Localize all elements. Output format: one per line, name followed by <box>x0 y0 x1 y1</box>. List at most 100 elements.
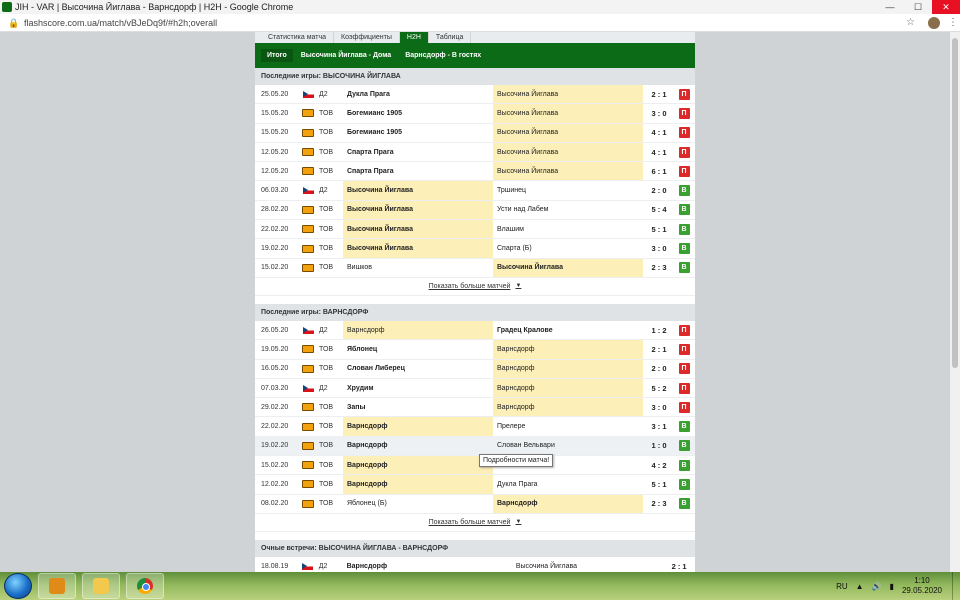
show-more-home[interactable]: Показать больше матчей ▼ <box>255 278 695 296</box>
match-row[interactable]: 12.05.20 ТОВ Спарта Прага Высочина Йиглава 6… <box>255 162 695 182</box>
match-score: 2 : 3 <box>651 499 667 509</box>
away-team[interactable]: Варнсдорф <box>493 398 643 417</box>
away-team[interactable]: Прелерe <box>493 417 643 435</box>
away-team[interactable]: Высочина Йиглава <box>493 123 643 142</box>
language-indicator[interactable]: RU <box>836 582 848 591</box>
away-team[interactable]: Варнсдорф <box>493 494 643 513</box>
away-team[interactable]: Высочина Йиглава <box>493 142 643 162</box>
away-team[interactable]: Влашим <box>493 220 643 238</box>
start-button[interactable] <box>4 573 32 599</box>
away-team[interactable]: Тршинец <box>493 181 643 199</box>
home-team[interactable]: Высочина Йиглава <box>343 181 493 200</box>
home-team[interactable]: Спарта Прага <box>343 143 493 161</box>
home-team[interactable]: Слован Либерец <box>343 360 493 378</box>
home-team[interactable]: Спарта Прага <box>343 162 493 180</box>
url-text[interactable]: flashscore.com.ua/match/vBJeDq9f/#h2h;ov… <box>24 18 906 28</box>
tab-0[interactable]: Статистика матча <box>261 32 335 43</box>
match-row[interactable]: 15.05.20 ТОВ Богемианс 1905 Высочина Йиглав… <box>255 123 695 143</box>
match-row[interactable]: 28.02.20 ТОВ Высочина Йиглава Усти над Лабе… <box>255 200 695 221</box>
minimize-button[interactable]: — <box>876 0 904 14</box>
home-team[interactable]: Яблонец <box>343 340 493 358</box>
home-team[interactable]: Богемианс 1905 <box>343 104 493 122</box>
match-row[interactable]: 07.03.20 Д2 Хрудим Варнсдорф 5 : 2 П <box>255 378 695 399</box>
show-more-label[interactable]: Показать больше матчей <box>429 519 511 526</box>
match-row[interactable]: 15.05.20 ТОВ Богемианс 1905 Высочина Йиглав… <box>255 104 695 124</box>
away-team[interactable]: Усти над Лабем <box>493 201 643 219</box>
away-team[interactable]: Варнсдорф <box>493 359 643 378</box>
home-team[interactable]: Запы <box>343 398 493 416</box>
match-row[interactable]: 16.05.20 ТОВ Слован Либерец Варнсдорф 2 : 0 П <box>255 359 695 379</box>
home-team[interactable]: Варнсдорф <box>343 475 493 494</box>
show-desktop-button[interactable] <box>952 572 960 600</box>
bookmark-star-icon[interactable]: ☆ <box>906 17 920 28</box>
home-team[interactable]: Яблонец (Б) <box>343 495 493 513</box>
match-row[interactable]: 19.02.20 ТОВ Варнсдорф Слован Вельвари 1 : 0… <box>255 436 695 457</box>
match-row[interactable]: 12.02.20 ТОВ Варнсдорф Дукла Прага 5 : 1 В <box>255 475 695 495</box>
match-row[interactable]: 19.05.20 ТОВ Яблонец Варнсдорф 2 : 1 П <box>255 340 695 360</box>
away-team[interactable]: Варнсдорф <box>493 340 643 359</box>
tray-arrow-icon[interactable]: ▲ <box>856 582 864 591</box>
home-team[interactable]: Варнсдорф <box>343 437 493 455</box>
taskbar-chrome[interactable] <box>126 573 164 599</box>
taskbar-file-explorer[interactable] <box>82 573 120 599</box>
match-row[interactable]: 19.02.20 ТОВ Высочина Йиглава Спарта (Б) 3 :… <box>255 239 695 259</box>
result-cell: П <box>675 107 693 119</box>
match-row[interactable]: 22.02.20 ТОВ Высочина Йиглава Влашим 5 : 1 В <box>255 220 695 240</box>
away-team[interactable]: Высочина Йиглава <box>493 258 643 277</box>
home-team[interactable]: Высочина Йиглава <box>343 239 493 258</box>
menu-dots-icon[interactable]: ⋮ <box>948 17 960 28</box>
h2h-content: Статистика матча Коэффициенты H2H Таблица И… <box>255 32 695 572</box>
away-team[interactable]: Дукла Прага <box>493 475 643 493</box>
match-row[interactable]: 29.02.20 ТОВ Запы Варнсдорф 3 : 0 П <box>255 398 695 418</box>
scrollbar-thumb[interactable] <box>952 38 958 368</box>
subtab-2[interactable]: Варнсдорф - В гостях <box>399 49 487 62</box>
home-team[interactable]: Вишков <box>343 259 493 277</box>
volume-icon[interactable]: 🔊 <box>872 582 882 591</box>
home-team[interactable]: Высочина Йиглава <box>343 200 493 220</box>
away-team[interactable]: Градец Кралове <box>493 321 643 339</box>
loss-badge: П <box>678 324 690 336</box>
home-team[interactable]: Варнсдорф <box>343 417 493 436</box>
away-team[interactable]: Высочина Йиглава <box>493 85 643 104</box>
match-row[interactable]: 18.08.19 Д2 Варнсдорф Высочина Йиглава 2 : 1 <box>255 557 695 572</box>
clock[interactable]: 1:10 29.05.2020 <box>902 576 942 596</box>
subtab-1[interactable]: Высочина Йиглава - Дома <box>295 49 397 62</box>
maximize-button[interactable]: ☐ <box>904 0 932 14</box>
tab-2[interactable]: H2H <box>399 32 429 43</box>
home-team[interactable]: Варнсдорф <box>343 456 493 475</box>
home-team[interactable]: Дукла Прага <box>343 85 493 103</box>
taskbar-media-player[interactable] <box>38 573 76 599</box>
subtab-0[interactable]: Итого <box>261 49 293 62</box>
close-button[interactable]: ✕ <box>932 0 960 14</box>
home-team[interactable]: Варнсдорф <box>343 320 493 340</box>
profile-avatar[interactable] <box>928 16 940 29</box>
tab-1[interactable]: Коэффициенты <box>334 32 400 43</box>
competition-flag <box>299 345 317 354</box>
home-team[interactable]: Богемианс 1905 <box>343 124 493 142</box>
away-team[interactable]: Спарта (Б) <box>493 239 643 257</box>
address-bar[interactable]: 🔒 flashscore.com.ua/match/vBJeDq9f/#h2h;… <box>0 14 960 32</box>
match-row[interactable]: 26.05.20 Д2 Варнсдорф Градец Кралове 1 : 2 П <box>255 320 695 341</box>
match-row[interactable]: 15.02.20 ТОВ Вишков Высочина Йиглава 2 : 3 В <box>255 258 695 278</box>
show-more-away[interactable]: Показать больше матчей ▼ <box>255 514 695 532</box>
away-team[interactable]: Слован Вельвари <box>493 437 643 455</box>
page-scrollbar[interactable] <box>950 32 960 572</box>
home-team[interactable]: Варнсдорф <box>343 557 504 572</box>
away-team[interactable]: Высочина Йиглава <box>493 162 643 181</box>
show-more-label[interactable]: Показать больше матчей <box>429 283 511 290</box>
match-row[interactable]: 15.02.20 ТОВ Варнсдорф 4 : 2 В <box>255 456 695 476</box>
match-row[interactable]: 06.03.20 Д2 Высочина Йиглава Тршинец 2 : 0 В <box>255 181 695 201</box>
away-team[interactable]: Варнсдорф <box>493 378 643 398</box>
lock-icon[interactable]: 🔒 <box>8 18 19 28</box>
match-row[interactable]: 12.05.20 ТОВ Спарта Прага Высочина Йиглава 4… <box>255 142 695 163</box>
match-row[interactable]: 25.05.20 Д2 Дукла Прага Высочина Йиглава 2 :… <box>255 85 695 105</box>
match-row[interactable]: 22.02.20 ТОВ Варнсдорф Прелерe 3 : 1 В <box>255 417 695 437</box>
home-team[interactable]: Хрудим <box>343 379 493 397</box>
away-team[interactable]: Высочина Йиглава <box>493 104 643 123</box>
result-cell: В <box>675 204 693 216</box>
network-icon[interactable]: ▮ <box>890 582 894 591</box>
away-team[interactable]: Высочина Йиглава <box>504 557 663 572</box>
tab-3[interactable]: Таблица <box>429 32 472 43</box>
match-row[interactable]: 08.02.20 ТОВ Яблонец (Б) Варнсдорф 2 : 3 В <box>255 494 695 514</box>
home-team[interactable]: Высочина Йиглава <box>343 220 493 239</box>
